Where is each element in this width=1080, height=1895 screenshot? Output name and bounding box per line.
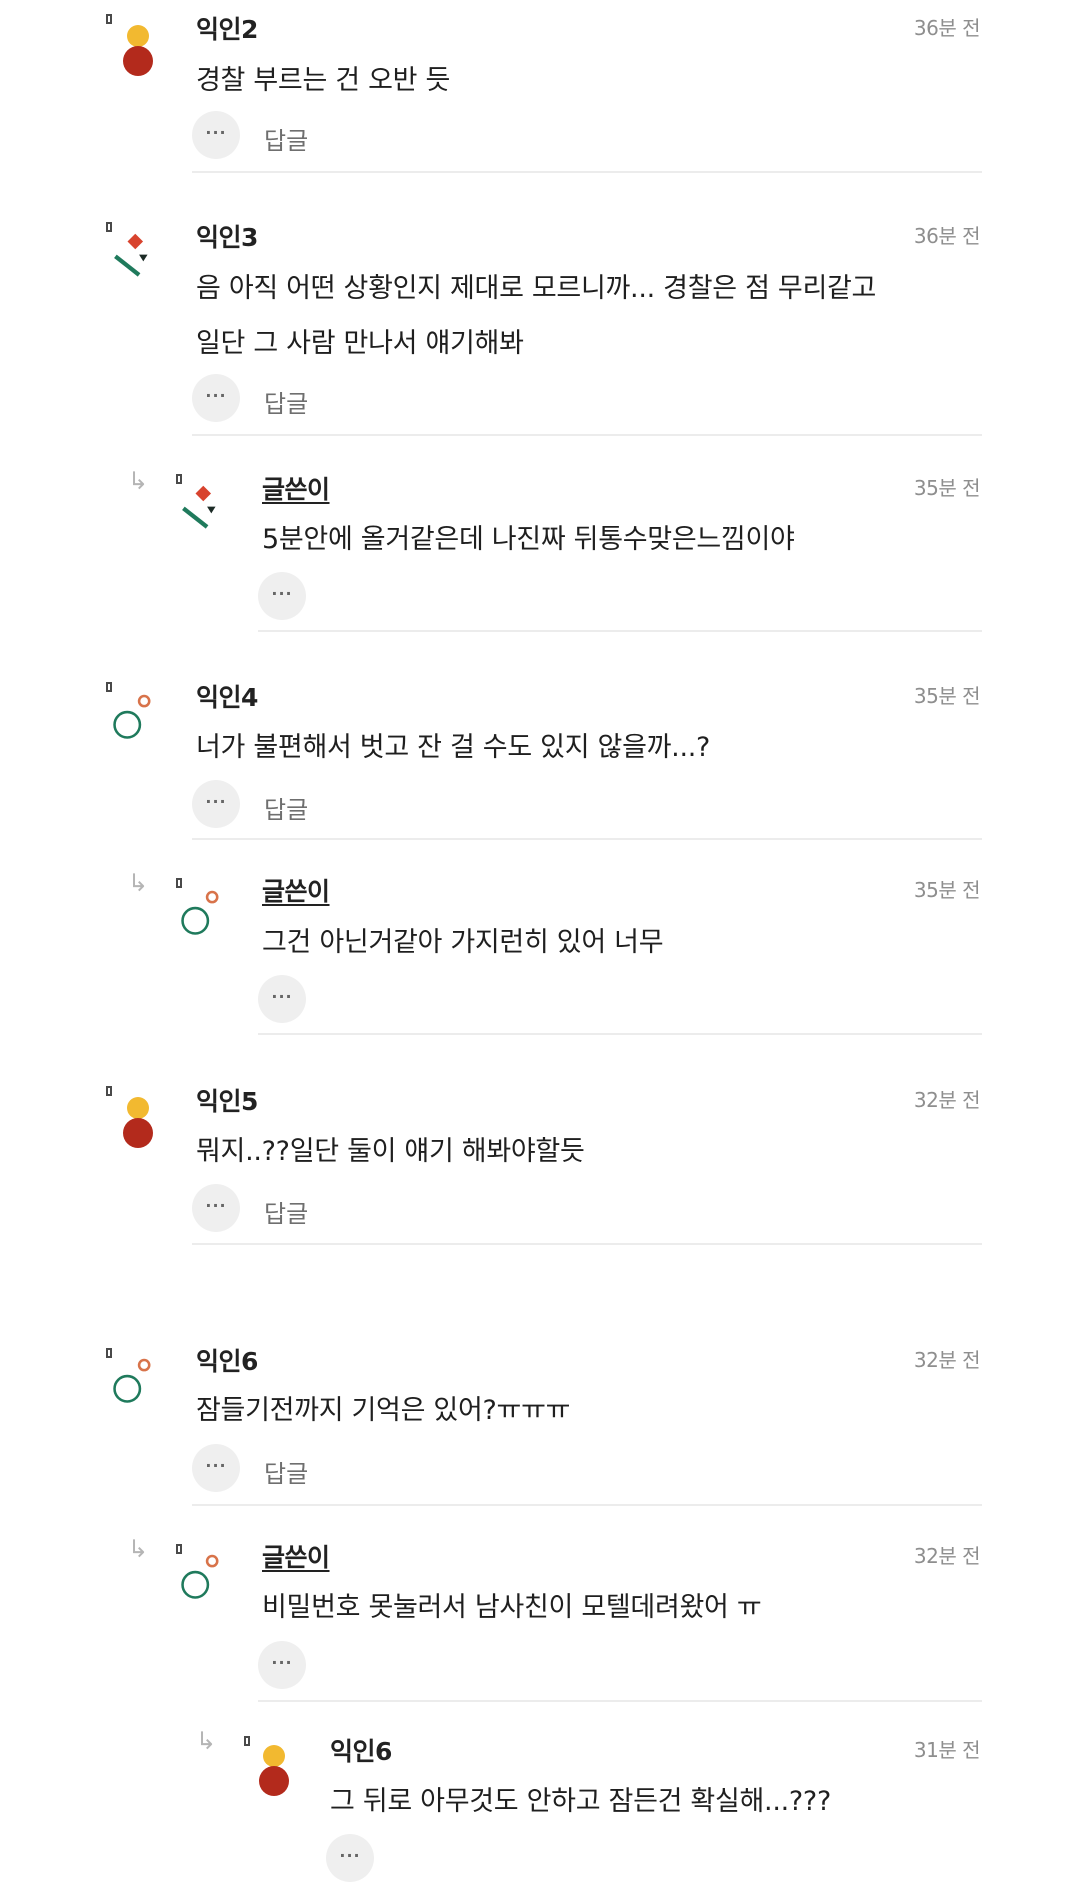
- divider: [258, 1033, 982, 1035]
- reply-arrow-icon: ↳: [196, 1727, 217, 1755]
- more-button[interactable]: ···: [192, 1184, 240, 1232]
- comment-text: 비밀번호 못눌러서 남사친이 모텔데려왔어 ㅠ: [262, 1592, 762, 1623]
- comment-text: 그건 아닌거같아 가지런히 있어 너무: [262, 927, 664, 958]
- reply-button[interactable]: 답글: [264, 121, 308, 156]
- author-name[interactable]: 익인3: [196, 218, 258, 254]
- reply-button[interactable]: 답글: [264, 384, 308, 419]
- divider: [192, 838, 982, 840]
- author-name[interactable]: 글쓴이: [262, 470, 330, 506]
- checkbox-icon: [106, 14, 112, 24]
- comment-text: 5분안에 올거같은데 나진짜 뒤통수맞은느낌이야: [262, 524, 795, 555]
- reply-arrow-icon: ↳: [128, 467, 149, 495]
- more-button[interactable]: ···: [326, 1834, 374, 1882]
- avatar-diamond-icon: [114, 233, 148, 277]
- divider: [192, 1504, 982, 1506]
- reply-arrow-icon: ↳: [128, 869, 149, 897]
- more-button[interactable]: ···: [258, 975, 306, 1023]
- timestamp: 35분 전: [913, 476, 981, 500]
- comment-text: 경찰 부르는 건 오반 듯: [196, 65, 450, 96]
- timestamp: 35분 전: [913, 878, 981, 902]
- divider: [192, 434, 982, 436]
- divider: [258, 1700, 982, 1702]
- timestamp: 36분 전: [913, 16, 981, 40]
- comment-text: 뭐지..??일단 둘이 얘기 해봐야할듯: [196, 1136, 585, 1167]
- more-button[interactable]: ···: [258, 1641, 306, 1689]
- timestamp: 31분 전: [913, 1738, 981, 1762]
- comment-text: 잠들기전까지 기억은 있어?ㅠㅠㅠ: [196, 1395, 571, 1426]
- timestamp: 36분 전: [913, 224, 981, 248]
- divider: [192, 1243, 982, 1245]
- more-button[interactable]: ···: [258, 572, 306, 620]
- timestamp: 35분 전: [913, 684, 981, 708]
- divider: [258, 630, 982, 632]
- author-name[interactable]: 익인2: [196, 10, 258, 46]
- avatar-balls-icon: [123, 1097, 153, 1148]
- timestamp: 32분 전: [913, 1544, 981, 1568]
- avatar-balls-icon: [259, 1745, 289, 1796]
- avatar-balls-icon: [123, 25, 153, 76]
- author-name[interactable]: 익인6: [196, 1342, 258, 1378]
- avatar-diamond-icon: [182, 485, 216, 529]
- author-name[interactable]: 글쓴이: [262, 872, 330, 908]
- avatar-rings-icon: [181, 1554, 219, 1599]
- author-name[interactable]: 익인4: [196, 678, 258, 714]
- comment-text: 그 뒤로 아무것도 안하고 잠든건 확실해...???: [330, 1786, 831, 1817]
- divider: [192, 171, 982, 173]
- reply-arrow-icon: ↳: [128, 1535, 149, 1563]
- reply-button[interactable]: 답글: [264, 1454, 308, 1489]
- timestamp: 32분 전: [913, 1088, 981, 1112]
- more-button[interactable]: ···: [192, 1444, 240, 1492]
- comment-text: 음 아직 어떤 상황인지 제대로 모르니까... 경찰은 점 무리같고: [196, 273, 877, 304]
- author-name[interactable]: 글쓴이: [262, 1538, 330, 1574]
- avatar-rings-icon: [181, 890, 219, 935]
- author-name[interactable]: 익인5: [196, 1082, 258, 1118]
- avatar-rings-icon: [113, 694, 151, 739]
- checkbox-icon: [244, 1736, 250, 1746]
- more-button[interactable]: ···: [192, 374, 240, 422]
- more-button[interactable]: ···: [192, 780, 240, 828]
- timestamp: 32분 전: [913, 1348, 981, 1372]
- reply-button[interactable]: 답글: [264, 1194, 308, 1229]
- avatar-rings-icon: [113, 1358, 151, 1403]
- reply-button[interactable]: 답글: [264, 790, 308, 825]
- comment-text: 너가 불편해서 벗고 잔 걸 수도 있지 않을까...?: [196, 732, 711, 763]
- checkbox-icon: [106, 1086, 112, 1096]
- more-button[interactable]: ···: [192, 111, 240, 159]
- author-name[interactable]: 익인6: [330, 1732, 392, 1768]
- comment-text: 일단 그 사람 만나서 얘기해봐: [196, 328, 524, 359]
